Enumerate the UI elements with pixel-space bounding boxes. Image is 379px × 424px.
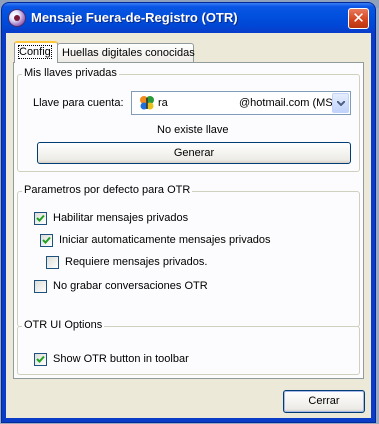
close-button[interactable]: Cerrar	[283, 390, 365, 413]
pidgin-app-icon	[9, 10, 25, 26]
enable-private-checkbox[interactable]	[34, 212, 47, 225]
private-keys-legend: Mis llaves privadas	[22, 67, 119, 79]
account-label: Llave para cuenta:	[33, 97, 124, 109]
otr-defaults-group: Parametros por defecto para OTR Habilita…	[17, 184, 360, 327]
otr-defaults-legend: Parametros por defecto para OTR	[22, 184, 193, 196]
otr-dialog-window: Mensaje Fuera-de-Registro (OTR) ✕ Config…	[2, 3, 375, 422]
require-private-label[interactable]: Requiere mensajes privados.	[65, 256, 207, 268]
auto-start-label[interactable]: Iniciar automaticamente mensajes privado…	[59, 234, 271, 246]
show-otr-button-label[interactable]: Show OTR button in toolbar	[53, 353, 189, 365]
config-tab-panel: Mis llaves privadas Llave para cuenta: r…	[13, 62, 364, 379]
msn-butterfly-icon	[140, 96, 154, 110]
account-dropdown-button[interactable]	[332, 93, 349, 113]
close-window-button[interactable]: ✕	[348, 8, 369, 29]
private-keys-group: Mis llaves privadas Llave para cuenta: r…	[17, 67, 360, 172]
account-select[interactable]: ra @hotmail.com (MSN)	[131, 91, 351, 115]
chevron-down-icon	[337, 101, 345, 106]
otr-ui-options-legend: OTR UI Options	[22, 319, 105, 331]
enable-private-label[interactable]: Habilitar mensajes privados	[53, 212, 188, 224]
title-bar[interactable]: Mensaje Fuera-de-Registro (OTR) ✕	[2, 3, 375, 33]
tab-known-fingerprints[interactable]: Huellas digitales conocidas	[57, 43, 195, 62]
tab-known-fingerprints-label: Huellas digitales conocidas	[62, 47, 195, 59]
no-logging-checkbox[interactable]	[34, 280, 47, 293]
dialog-client-area: Config Huellas digitales conocidas Mis l…	[6, 33, 371, 418]
no-key-status: No existe llave	[157, 124, 229, 136]
tab-config-label: Config	[18, 45, 52, 59]
tab-config[interactable]: Config	[14, 41, 58, 63]
auto-start-checkbox[interactable]	[40, 234, 53, 247]
require-private-checkbox[interactable]	[46, 256, 59, 269]
check-icon	[36, 214, 45, 222]
show-otr-button-checkbox[interactable]	[34, 353, 47, 366]
check-icon	[42, 236, 51, 244]
check-icon	[36, 355, 45, 363]
account-name: ra	[158, 97, 168, 109]
generate-key-button[interactable]: Generar	[37, 142, 351, 164]
no-logging-label[interactable]: No grabar conversaciones OTR	[53, 280, 208, 292]
otr-ui-options-group: OTR UI Options Show OTR button in toolba…	[17, 319, 360, 375]
account-domain: @hotmail.com (MSN)	[239, 97, 345, 109]
window-title: Mensaje Fuera-de-Registro (OTR)	[31, 10, 238, 25]
